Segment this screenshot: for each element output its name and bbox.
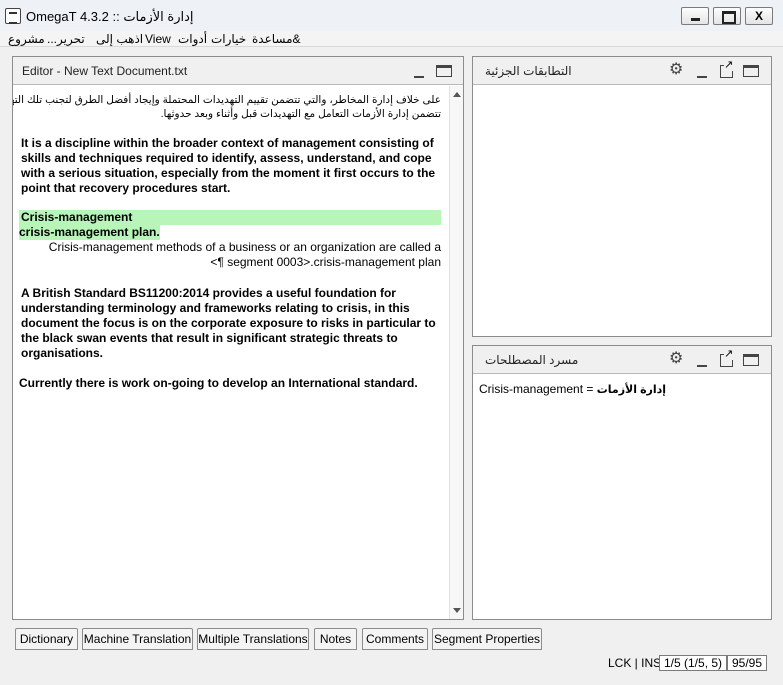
- tab-notes[interactable]: Notes: [314, 628, 357, 650]
- gear-icon[interactable]: ⚙: [669, 351, 683, 367]
- maximize-icon[interactable]: [743, 65, 759, 77]
- tab-multiple-translations[interactable]: Multiple Translations: [197, 628, 309, 650]
- editor-panel: Editor - New Text Document.txt على خلاف …: [12, 56, 464, 620]
- status-percent: 95/95: [727, 655, 768, 671]
- tab-dictionary[interactable]: Dictionary: [15, 628, 78, 650]
- tab-machine-translation[interactable]: Machine Translation: [82, 628, 193, 650]
- fuzzy-matches-title: التطابقات الجزئية: [485, 64, 572, 78]
- maximize-icon[interactable]: [436, 65, 452, 77]
- glossary-entry-target: إدارة الأزمات: [596, 384, 667, 396]
- glossary-entry-source: Crisis-management =: [479, 382, 594, 396]
- segment-source-text[interactable]: A British Standard BS11200:2014 provides…: [21, 286, 441, 361]
- fuzzy-matches-panel: التطابقات الجزئية ⚙: [472, 56, 772, 337]
- minimize-icon[interactable]: [695, 66, 709, 78]
- maximize-button[interactable]: [713, 7, 741, 25]
- tab-comments[interactable]: Comments: [362, 628, 428, 650]
- window-title: OmegaT 4.3.2 :: إدارة الأزمات: [26, 9, 194, 24]
- close-button[interactable]: X: [745, 7, 773, 25]
- editor-text-area[interactable]: على خلاف إدارة المخاطر، والتي تتضمن تقيي…: [13, 86, 449, 619]
- external-window-icon[interactable]: [720, 349, 734, 367]
- close-icon: X: [754, 9, 763, 23]
- status-progress: 1/5 (1/5, 5): [659, 655, 728, 671]
- menu-project[interactable]: مشروع: [8, 31, 45, 47]
- glossary-header: مسرد المصطلحات ⚙: [473, 346, 771, 374]
- menu-edit[interactable]: ...تحرير: [47, 31, 85, 47]
- minimize-icon[interactable]: [695, 355, 709, 367]
- segment-translated-line-1[interactable]: Crisis-management methods of a business …: [19, 240, 441, 255]
- editor-title: Editor - New Text Document.txt: [22, 64, 188, 78]
- source-segment-arabic-line-2: تتضمن إدارة الأزمات التعامل مع التهديدات…: [160, 108, 441, 120]
- menu-goto[interactable]: اذهب إلى: [96, 31, 143, 47]
- gear-icon[interactable]: ⚙: [669, 62, 683, 78]
- fuzzy-matches-header: التطابقات الجزئية ⚙: [473, 57, 771, 85]
- external-window-icon[interactable]: [720, 60, 734, 78]
- menu-help[interactable]: مساعدة&: [252, 31, 301, 47]
- editor-panel-header: Editor - New Text Document.txt: [13, 57, 463, 85]
- minimize-icon[interactable]: [412, 66, 426, 78]
- menu-view[interactable]: View: [145, 31, 171, 47]
- active-segment-target[interactable]: crisis-management plan.: [19, 225, 439, 240]
- menu-tools[interactable]: أدوات: [178, 31, 207, 47]
- maximize-icon[interactable]: [743, 354, 759, 366]
- menu-bar: مشروع ...تحرير اذهب إلى View أدوات خيارا…: [0, 31, 783, 47]
- bottom-tabs: Dictionary Machine Translation Multiple …: [0, 628, 783, 650]
- menu-options[interactable]: خيارات: [211, 31, 246, 47]
- segment-source-text[interactable]: It is a discipline within the broader co…: [21, 136, 441, 196]
- title-bar: OmegaT 4.3.2 :: إدارة الأزمات X: [0, 0, 783, 32]
- omegat-app-icon[interactable]: [5, 8, 21, 24]
- scroll-down-icon[interactable]: [453, 608, 461, 613]
- segment-translated-line-2[interactable]: <¶ segment 0003>.crisis-management plan: [19, 255, 441, 270]
- scroll-up-icon[interactable]: [453, 92, 461, 97]
- segment-source-text[interactable]: Currently there is work on-going to deve…: [19, 376, 439, 391]
- source-segment-arabic-line-1: على خلاف إدارة المخاطر، والتي تتضمن تقيي…: [13, 94, 441, 106]
- glossary-title: مسرد المصطلحات: [485, 353, 579, 367]
- minimize-button[interactable]: [681, 7, 709, 25]
- editor-scrollbar[interactable]: [449, 86, 463, 619]
- glossary-entry[interactable]: Crisis-management = إدارة الأزمات: [479, 382, 666, 396]
- glossary-panel: مسرد المصطلحات ⚙ Crisis-management = إدا…: [472, 345, 772, 620]
- status-mode: LCK | INS: [608, 656, 662, 670]
- active-segment-source[interactable]: Crisis-management: [21, 210, 441, 225]
- tab-segment-properties[interactable]: Segment Properties: [432, 628, 542, 650]
